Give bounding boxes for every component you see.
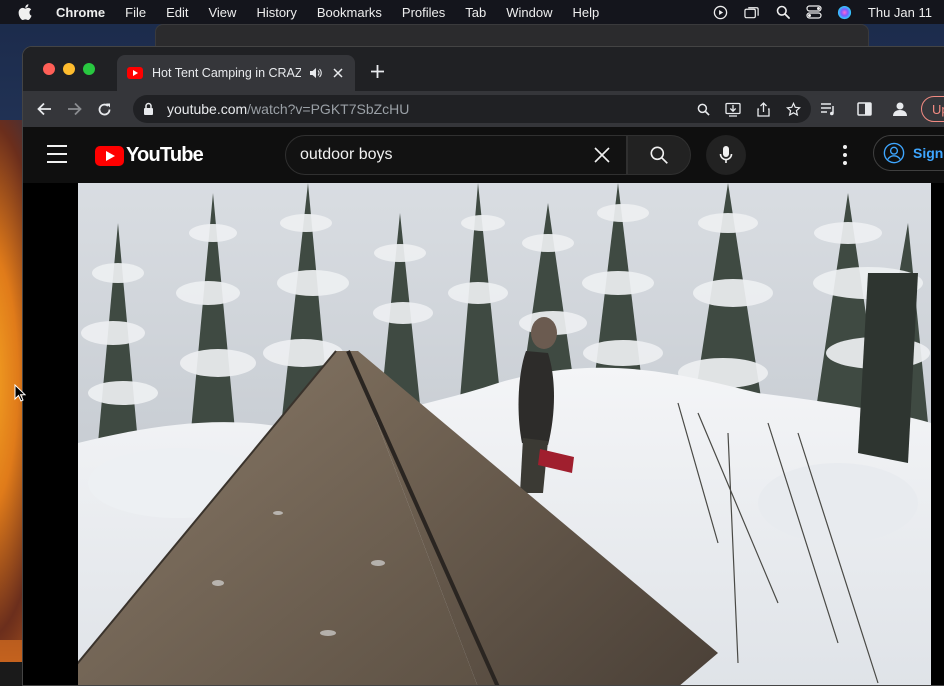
siri-icon[interactable] — [837, 4, 853, 20]
back-arrow-icon[interactable] — [29, 94, 59, 124]
menu-help[interactable]: Help — [563, 5, 610, 20]
new-tab-icon[interactable] — [369, 63, 385, 79]
settings-kebab-icon[interactable] — [835, 143, 855, 167]
window-stack-icon[interactable] — [744, 4, 760, 20]
address-bar[interactable]: youtube.com/watch?v=PGKT7SbZcHU — [133, 95, 811, 123]
close-tab-icon[interactable] — [331, 66, 345, 80]
video-player[interactable] — [23, 183, 944, 685]
menubar-clock[interactable]: Thu Jan 11 — [868, 5, 932, 20]
search-input[interactable]: outdoor boys — [285, 135, 627, 175]
menu-file[interactable]: File — [115, 5, 156, 20]
menubar-status-area: Thu Jan 11 — [713, 4, 944, 20]
mouse-cursor-icon — [14, 384, 26, 402]
reload-icon[interactable] — [89, 94, 119, 124]
update-button[interactable]: Upd — [921, 96, 944, 122]
search-icon — [650, 146, 668, 164]
share-icon[interactable] — [755, 101, 771, 117]
forward-arrow-icon[interactable] — [59, 94, 89, 124]
menu-window[interactable]: Window — [496, 5, 562, 20]
site-info-icon[interactable] — [143, 102, 157, 116]
tab-strip: Hot Tent Camping in CRAZY — [23, 47, 944, 91]
profile-icon[interactable] — [885, 94, 915, 124]
background-window — [155, 24, 869, 48]
account-circle-icon — [883, 142, 905, 164]
menu-bookmarks[interactable]: Bookmarks — [307, 5, 392, 20]
browser-toolbar: youtube.com/watch?v=PGKT7SbZcHU U — [23, 91, 944, 127]
menu-hamburger-icon[interactable] — [47, 145, 67, 163]
install-app-icon[interactable] — [725, 101, 741, 117]
microphone-icon — [719, 146, 733, 163]
sign-in-button[interactable]: Sign in — [873, 135, 944, 171]
speaker-icon[interactable] — [309, 66, 323, 80]
search-query-text: outdoor boys — [300, 146, 393, 163]
zoom-window-button[interactable] — [83, 63, 95, 75]
video-frame[interactable] — [78, 183, 931, 685]
video-still-image — [78, 183, 931, 685]
menu-app-chrome[interactable]: Chrome — [46, 5, 115, 20]
youtube-play-logo-icon — [95, 145, 124, 166]
search-icon[interactable] — [775, 4, 791, 20]
menu-tab[interactable]: Tab — [455, 5, 496, 20]
youtube-logo-text: YouTube — [126, 144, 204, 166]
menu-profiles[interactable]: Profiles — [392, 5, 455, 20]
clear-search-icon[interactable] — [592, 145, 612, 165]
close-window-button[interactable] — [43, 63, 55, 75]
url-host: youtube.com — [167, 101, 248, 117]
menu-edit[interactable]: Edit — [156, 5, 198, 20]
toolbar-right-actions: Upd — [813, 94, 944, 124]
search-icon[interactable] — [695, 101, 711, 117]
search-button[interactable] — [627, 135, 691, 175]
youtube-masthead: YouTube outdoor boys Sign in — [23, 127, 944, 183]
menu-history[interactable]: History — [246, 5, 306, 20]
menu-view[interactable]: View — [198, 5, 246, 20]
sign-in-label: Sign in — [913, 145, 944, 161]
url-path: /watch?v=PGKT7SbZcHU — [247, 101, 410, 117]
tab-active[interactable]: Hot Tent Camping in CRAZY — [117, 55, 355, 91]
media-queue-icon[interactable] — [813, 94, 843, 124]
minimize-window-button[interactable] — [63, 63, 75, 75]
chrome-window: Hot Tent Camping in CRAZY youtube.com/wa — [22, 46, 944, 686]
side-panel-icon[interactable] — [849, 94, 879, 124]
url-text[interactable]: youtube.com/watch?v=PGKT7SbZcHU — [167, 101, 409, 117]
play-circle-icon[interactable] — [713, 4, 729, 20]
bookmark-star-icon[interactable] — [785, 101, 801, 117]
voice-search-button[interactable] — [706, 135, 746, 175]
tab-title: Hot Tent Camping in CRAZY — [152, 66, 302, 80]
youtube-favicon-icon — [127, 67, 143, 79]
macos-menubar: Chrome File Edit View History Bookmarks … — [0, 0, 944, 24]
apple-icon[interactable] — [18, 4, 32, 20]
youtube-logo[interactable]: YouTube — [95, 144, 204, 167]
control-center-icon[interactable] — [806, 4, 822, 20]
